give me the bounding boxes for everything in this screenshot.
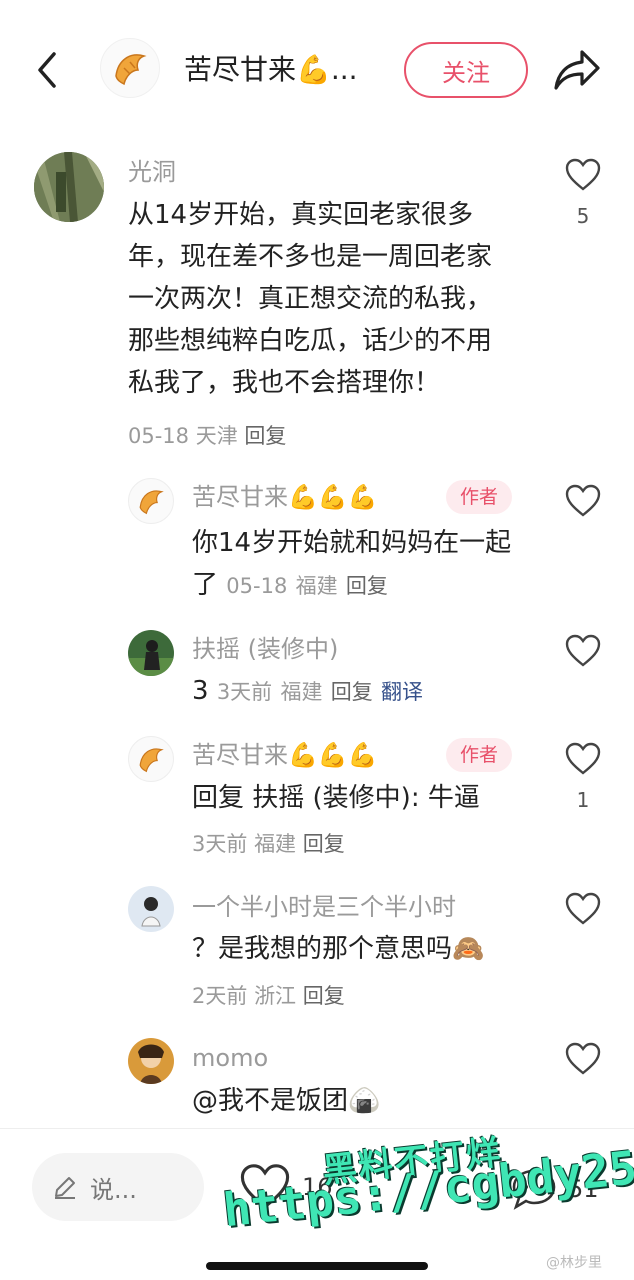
comment-text: ？是我想的那个意思吗🙈	[192, 934, 485, 964]
comment-text-content: 3	[192, 676, 209, 706]
heart-icon[interactable]	[565, 892, 601, 926]
avatar[interactable]	[128, 886, 174, 932]
share-icon	[554, 50, 600, 90]
reply-button[interactable]: 回复	[303, 984, 345, 1008]
comment-username[interactable]: 扶摇 (装修中)	[192, 633, 338, 665]
comment-date: 2天前	[192, 984, 248, 1008]
heart-icon[interactable]	[565, 742, 601, 776]
comment-date: 05-18	[128, 424, 190, 448]
author-name-title: 苦尽甘来💪...	[184, 53, 358, 86]
watermark-credit: @林步里	[546, 1255, 602, 1271]
heart-icon[interactable]	[565, 158, 601, 192]
reply-button[interactable]: 回复	[244, 424, 286, 448]
avatar[interactable]	[128, 736, 174, 782]
back-arrow-icon	[38, 52, 56, 88]
comment-meta: 2天前 浙江 回复	[192, 980, 345, 1012]
photo-avatar-image	[34, 152, 104, 222]
comment-location: 浙江	[254, 984, 297, 1008]
comment-username[interactable]: momo	[192, 1042, 268, 1074]
comment-username[interactable]: 一个半小时是三个半小时	[192, 891, 456, 923]
comment-meta: 05-18 天津 回复	[128, 420, 286, 452]
comment-date: 05-18	[226, 574, 288, 598]
reply-button[interactable]: 回复	[331, 680, 373, 704]
photo-avatar-image	[128, 1038, 174, 1084]
avatar[interactable]	[128, 630, 174, 676]
follow-button[interactable]: 关注	[404, 42, 528, 98]
comment-location: 福建	[254, 832, 297, 856]
comment-username[interactable]: 苦尽甘来💪💪💪	[192, 481, 378, 513]
author-badge: 作者	[446, 480, 513, 514]
comment-meta: 3天前 福建 回复	[192, 828, 345, 860]
comment-location: 福建	[295, 574, 338, 598]
avatar[interactable]	[34, 152, 104, 222]
comment-text: 你14岁开始就和妈妈在一起了 05-18 福建 回复	[192, 522, 512, 607]
back-button[interactable]	[28, 50, 68, 90]
reply-button[interactable]: 回复	[346, 574, 388, 598]
translate-button[interactable]: 翻译	[381, 680, 423, 704]
croissant-icon	[139, 490, 164, 515]
photo-avatar-image	[128, 886, 174, 932]
comment-username[interactable]: 光洞	[128, 156, 176, 188]
avatar[interactable]	[128, 1038, 174, 1084]
author-avatar[interactable]	[100, 38, 160, 98]
share-button[interactable]	[552, 46, 602, 94]
comment-text: 从14岁开始，真实回老家很多年，现在差不多也是一周回老家一次两次！真正想交流的私…	[128, 200, 493, 398]
home-indicator[interactable]	[206, 1262, 428, 1270]
croissant-icon	[115, 54, 147, 86]
comment-date: 3天前	[192, 832, 248, 856]
comment-input[interactable]: 说...	[32, 1153, 204, 1221]
photo-avatar-image	[128, 630, 174, 676]
avatar[interactable]	[128, 478, 174, 524]
reply-button[interactable]: 回复	[303, 832, 345, 856]
croissant-icon	[139, 748, 164, 773]
top-nav-bar: 苦尽甘来💪... 关注	[0, 0, 634, 140]
comment-text: 3 3天前 福建 回复 翻译	[192, 670, 532, 713]
heart-icon[interactable]	[565, 484, 601, 518]
comment-location: 天津	[195, 424, 238, 448]
comment-input-placeholder: 说...	[90, 1175, 137, 1204]
comment-text: 回复 扶摇 (装修中): 牛逼	[192, 783, 480, 813]
comment-date: 3天前	[216, 680, 273, 704]
comment-text: @我不是饭团🍙	[192, 1086, 381, 1116]
author-badge: 作者	[446, 738, 513, 772]
comment-location: 福建	[280, 680, 323, 704]
heart-icon[interactable]	[565, 634, 601, 668]
like-count: 5	[576, 204, 590, 228]
like-count: 1	[576, 788, 590, 812]
heart-icon[interactable]	[565, 1042, 601, 1076]
comment-username[interactable]: 苦尽甘来💪💪💪	[192, 739, 378, 771]
pencil-icon	[55, 1177, 75, 1199]
